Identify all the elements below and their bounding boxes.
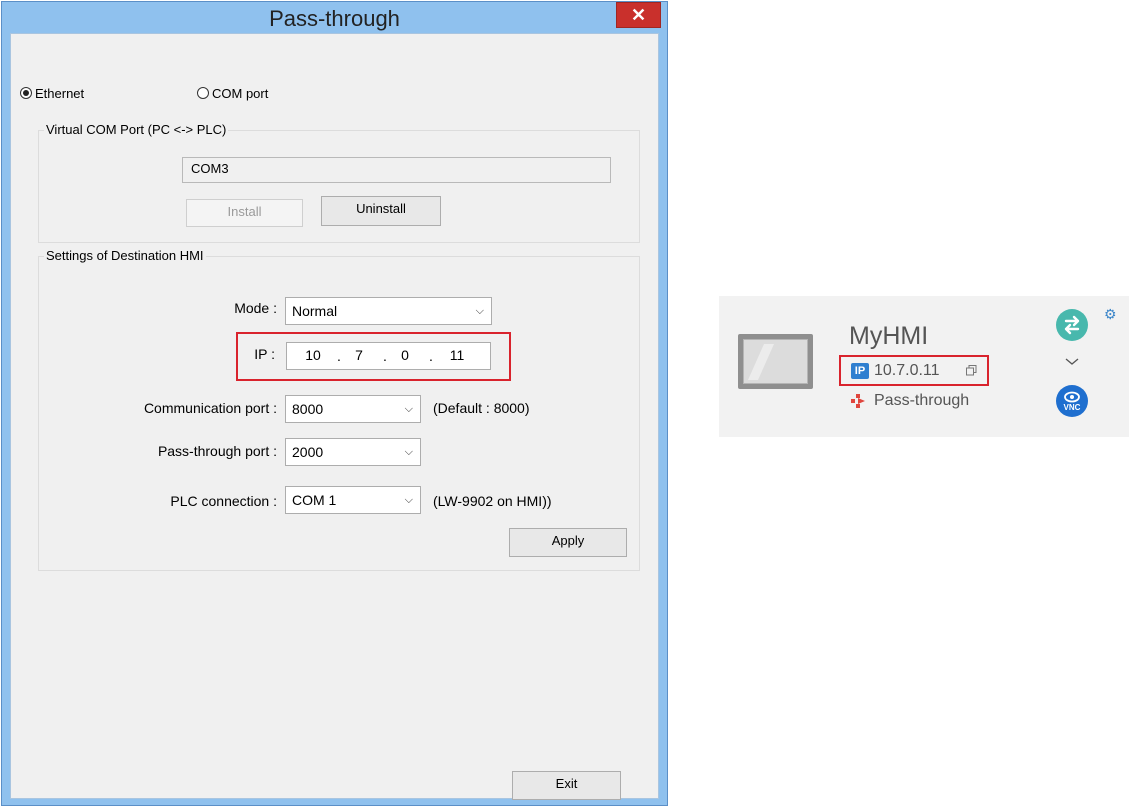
pass-through-port-value: 2000 bbox=[292, 444, 324, 460]
communication-port-hint: (Default : 8000) bbox=[433, 400, 530, 416]
chevron-down-icon: ⌵ bbox=[404, 494, 413, 506]
gear-icon[interactable]: ⚙ bbox=[1104, 306, 1117, 323]
ip-label: IP : bbox=[254, 346, 275, 362]
virtual-com-group bbox=[38, 130, 640, 243]
uninstall-button[interactable]: Uninstall bbox=[321, 196, 441, 226]
communication-port-select[interactable]: 8000 ⌵ bbox=[285, 395, 421, 423]
hmi-screen-icon bbox=[738, 334, 813, 389]
radio-com-port-label: COM port bbox=[212, 85, 269, 101]
device-name: MyHMI bbox=[849, 322, 929, 350]
chevron-down-icon: ⌵ bbox=[404, 403, 413, 415]
dialog-body: Ethernet COM port Virtual COM Port (PC <… bbox=[10, 33, 659, 800]
plc-connection-select[interactable]: COM 1 ⌵ bbox=[285, 486, 421, 514]
ip-octet-2[interactable]: 7 bbox=[347, 347, 371, 363]
close-icon: ✕ bbox=[630, 5, 647, 25]
mode-select[interactable]: Normal ⌵ bbox=[285, 297, 492, 325]
ip-octet-3[interactable]: 0 bbox=[393, 347, 417, 363]
radio-com-port[interactable]: COM port bbox=[197, 84, 268, 101]
pass-through-port-label: Pass-through port : bbox=[157, 443, 277, 459]
radio-ethernet-indicator[interactable] bbox=[20, 87, 32, 100]
ip-octet-4[interactable]: 11 bbox=[439, 347, 475, 363]
sync-button[interactable] bbox=[1056, 309, 1088, 341]
ip-dot: . bbox=[429, 348, 433, 364]
device-status: Pass-through bbox=[874, 392, 970, 409]
radio-ethernet-label: Ethernet bbox=[35, 85, 85, 101]
communication-port-label: Communication port : bbox=[143, 400, 277, 416]
exit-button[interactable]: Exit bbox=[512, 771, 621, 800]
copy-icon[interactable] bbox=[966, 365, 977, 376]
apply-button[interactable]: Apply bbox=[509, 528, 627, 557]
ip-dot: . bbox=[383, 348, 387, 364]
pass-through-dialog: Pass-through ✕ Ethernet COM port Virtual… bbox=[1, 1, 668, 806]
chevron-down-icon: ⌵ bbox=[404, 446, 413, 458]
vnc-label: VNC bbox=[1063, 403, 1081, 412]
radio-ethernet[interactable]: Ethernet bbox=[20, 84, 84, 101]
virtual-com-group-title: Virtual COM Port (PC <-> PLC) bbox=[44, 122, 229, 137]
hmi-screen-inner bbox=[743, 339, 808, 384]
virtual-com-port-field[interactable]: COM3 bbox=[182, 157, 611, 183]
sync-arrows-icon bbox=[1064, 315, 1080, 335]
radio-com-port-indicator[interactable] bbox=[197, 87, 209, 100]
destination-hmi-group-title: Settings of Destination HMI bbox=[44, 248, 206, 263]
ip-dot: . bbox=[337, 348, 341, 364]
chevron-down-icon[interactable] bbox=[1062, 356, 1082, 368]
mode-select-value: Normal bbox=[292, 303, 338, 319]
vnc-eye-icon bbox=[1064, 391, 1080, 403]
plc-connection-label: PLC connection : bbox=[170, 493, 277, 509]
device-card[interactable]: MyHMI IP 10.7.0.11 Pass-through ⚙ VNC bbox=[719, 296, 1129, 437]
ip-octet-1[interactable]: 10 bbox=[301, 347, 325, 363]
screen-glare bbox=[748, 344, 774, 380]
communication-port-value: 8000 bbox=[292, 401, 324, 417]
dialog-title: Pass-through bbox=[269, 6, 400, 31]
plc-connection-value: COM 1 bbox=[292, 492, 337, 508]
pass-through-icon bbox=[851, 394, 865, 408]
device-ip: 10.7.0.11 bbox=[874, 362, 940, 379]
vnc-button[interactable]: VNC bbox=[1056, 385, 1088, 417]
install-button[interactable]: Install bbox=[186, 199, 303, 227]
close-button[interactable]: ✕ bbox=[616, 2, 661, 28]
chevron-down-icon: ⌵ bbox=[475, 305, 484, 317]
title-bar[interactable]: Pass-through ✕ bbox=[2, 2, 667, 32]
plc-connection-hint: (LW-9902 on HMI)) bbox=[433, 493, 552, 509]
mode-label: Mode : bbox=[234, 300, 277, 316]
ip-badge: IP bbox=[851, 363, 869, 379]
ip-address-input[interactable]: 10 . 7 . 0 . 11 bbox=[286, 342, 491, 370]
pass-through-port-select[interactable]: 2000 ⌵ bbox=[285, 438, 421, 466]
